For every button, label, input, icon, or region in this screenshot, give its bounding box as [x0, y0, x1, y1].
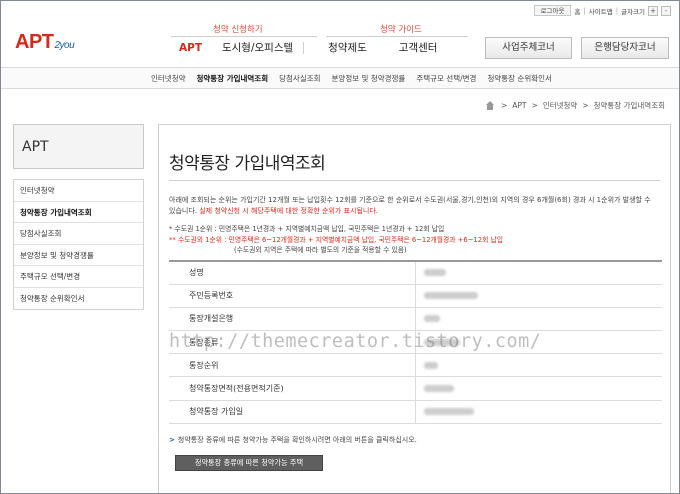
site-logo[interactable]: APT2you [15, 31, 75, 54]
note-non-capital-area: ** 수도권외 1순위 : 민영주택은 6~12개월경과 + 지역별예치금액 납… [169, 235, 504, 244]
subscription-guide-label: 청약 가이드 [380, 25, 422, 35]
nav-subscription-system[interactable]: 청약제도 [304, 40, 377, 56]
sidebar-item-sale-info[interactable]: 분양정보 및 청약경쟁률 [14, 244, 143, 266]
breadcrumb-current: 청약통장 가입내역조회 [593, 101, 665, 110]
subnav-item-internet-application[interactable]: 인터넷청약 [151, 73, 186, 84]
page-title: 청약통장 가입내역조회 [169, 154, 326, 174]
logo-sub-text: 2you [54, 40, 75, 51]
sidebar-title: APT [13, 124, 144, 169]
font-increase-button[interactable]: + [648, 5, 658, 16]
hint-text: 청약통장 종류에 따른 청약가능 주택을 확인하시려면 아래의 버튼을 클릭하십… [177, 436, 417, 444]
apply-guide-label: 청약 신청하기 [213, 25, 263, 35]
utility-bar: 로그아웃 홈 | 사이트맵 | 글자크기 + - [533, 5, 671, 16]
row-value [414, 307, 662, 332]
sidebar-item-house-size[interactable]: 주택규모 선택/변경 [14, 266, 143, 288]
sidebar-item-account-inquiry[interactable]: 청약통장 가입내역조회 [14, 201, 143, 223]
guide-underline [326, 36, 468, 37]
nav-apt[interactable]: APT [169, 40, 212, 56]
sub-nav: 인터넷청약 청약통장 가입내역조회 당첨사실조회 분양정보 및 청약경쟁률 주택… [1, 67, 679, 89]
subnav-item-account-inquiry[interactable]: 청약통장 가입내역조회 [197, 73, 269, 84]
breadcrumb-item[interactable]: APT [512, 101, 526, 110]
guide-underline [171, 36, 317, 37]
business-corner-button[interactable]: 사업주체코너 [485, 37, 572, 59]
row-label: 통장순위 [169, 353, 415, 378]
browser-frame: 로그아웃 홈 | 사이트맵 | 글자크기 + - APT2you 청약 신청하기… [0, 0, 680, 494]
breadcrumb-arrow-icon: > [531, 101, 538, 110]
logout-button[interactable]: 로그아웃 [533, 5, 572, 16]
font-size-label: 글자크기 [621, 7, 645, 16]
description-warning: 실제 청약신청 시 해당주택에 대한 정확한 순위가 표시됩니다. [199, 207, 379, 215]
redacted-value [423, 292, 478, 300]
breadcrumb-item[interactable]: 인터넷청약 [543, 100, 578, 111]
redacted-value [423, 385, 454, 393]
subnav-item-winning-inquiry[interactable]: 당첨사실조회 [279, 73, 320, 84]
logo-text: APT [15, 31, 54, 53]
table-row: 청약통장 가입일 [169, 400, 662, 424]
main-content: 청약통장 가입내역조회 아래에 조회되는 순위는 가입기간 12개월 또는 납입… [158, 124, 671, 493]
breadcrumb-arrow-icon: > [500, 101, 508, 110]
subnav-item-rank-certificate[interactable]: 청약통장 순위확인서 [487, 73, 551, 84]
home-icon[interactable] [485, 100, 496, 111]
table-row: 청약통장면적(전용면적기준) [169, 376, 662, 401]
note-exception: (수도권외 지역은 주택에 따라 별도의 기준을 적용할 수 있음) [234, 246, 407, 254]
rank-notes: * 수도권 1순위 : 민영주택은 1년경과 + 지역별예치금액 납입, 국민주… [169, 224, 660, 256]
table-row: 주민등록번호 [169, 284, 662, 308]
redacted-value [423, 315, 440, 323]
row-label: 청약통장면적(전용면적기준) [169, 376, 415, 401]
available-housing-button[interactable]: 청약통장 종류에 따른 청약가능 주택 [175, 455, 323, 471]
breadcrumb-arrow-icon: > [582, 101, 589, 110]
nav-urban-officetel[interactable]: 도시형/오피스텔 [212, 40, 303, 56]
util-divider: | [615, 6, 619, 15]
nav-customer-center[interactable]: 고객센터 [377, 40, 448, 56]
sidebar-item-internet-application[interactable]: 인터넷청약 [14, 180, 143, 202]
row-label: 주민등록번호 [169, 284, 415, 308]
row-value [414, 376, 662, 401]
sidebar-menu: 인터넷청약 청약통장 가입내역조회 당첨사실조회 분양정보 및 청약경쟁률 주택… [13, 179, 144, 310]
button-hint: > 청약통장 종류에 따른 청약가능 주택을 확인하시려면 아래의 버튼을 클릭하… [169, 435, 417, 445]
home-link[interactable]: 홈 [574, 6, 580, 16]
table-row: 성명 [169, 261, 662, 285]
subnav-item-sale-info[interactable]: 분양정보 및 청약경쟁률 [332, 73, 406, 84]
watermark: http://themecreator.tistory.com/ [169, 331, 542, 352]
redacted-value [423, 361, 438, 369]
breadcrumb: > APT > 인터넷청약 > 청약통장 가입내역조회 [485, 100, 665, 111]
row-value [414, 353, 662, 378]
row-value [414, 284, 662, 308]
sidebar-item-winning-inquiry[interactable]: 당첨사실조회 [14, 223, 143, 245]
main-nav: APT 도시형/오피스텔 청약제도 고객센터 [169, 40, 447, 56]
note-capital-area: * 수도권 1순위 : 민영주택은 1년경과 + 지역별예치금액 납입, 국민주… [169, 225, 445, 233]
row-label: 통장개설은행 [169, 307, 415, 332]
font-decrease-button[interactable]: - [661, 5, 671, 16]
sidebar: APT 인터넷청약 청약통장 가입내역조회 당첨사실조회 분양정보 및 청약경쟁… [13, 124, 144, 310]
sidebar-item-rank-certificate[interactable]: 청약통장 순위확인서 [14, 287, 143, 309]
table-row: 통장순위 [169, 353, 662, 378]
row-value [414, 261, 662, 285]
redacted-value [423, 269, 446, 277]
title-divider [169, 180, 660, 181]
util-divider: | [583, 6, 586, 15]
description: 아래에 조회되는 순위는 가입기간 12개월 또는 납입횟수 12회를 기준으로… [169, 195, 658, 217]
row-value [414, 400, 662, 424]
row-label: 성명 [169, 261, 415, 285]
subnav-item-house-size[interactable]: 주택규모 선택/변경 [416, 73, 476, 84]
sitemap-link[interactable]: 사이트맵 [589, 6, 613, 16]
row-label: 청약통장 가입일 [169, 400, 415, 424]
redacted-value [423, 408, 474, 416]
bank-corner-button[interactable]: 은행담당자코너 [581, 37, 669, 59]
chevron-right-icon: > [169, 436, 175, 444]
table-row: 통장개설은행 [169, 307, 662, 332]
